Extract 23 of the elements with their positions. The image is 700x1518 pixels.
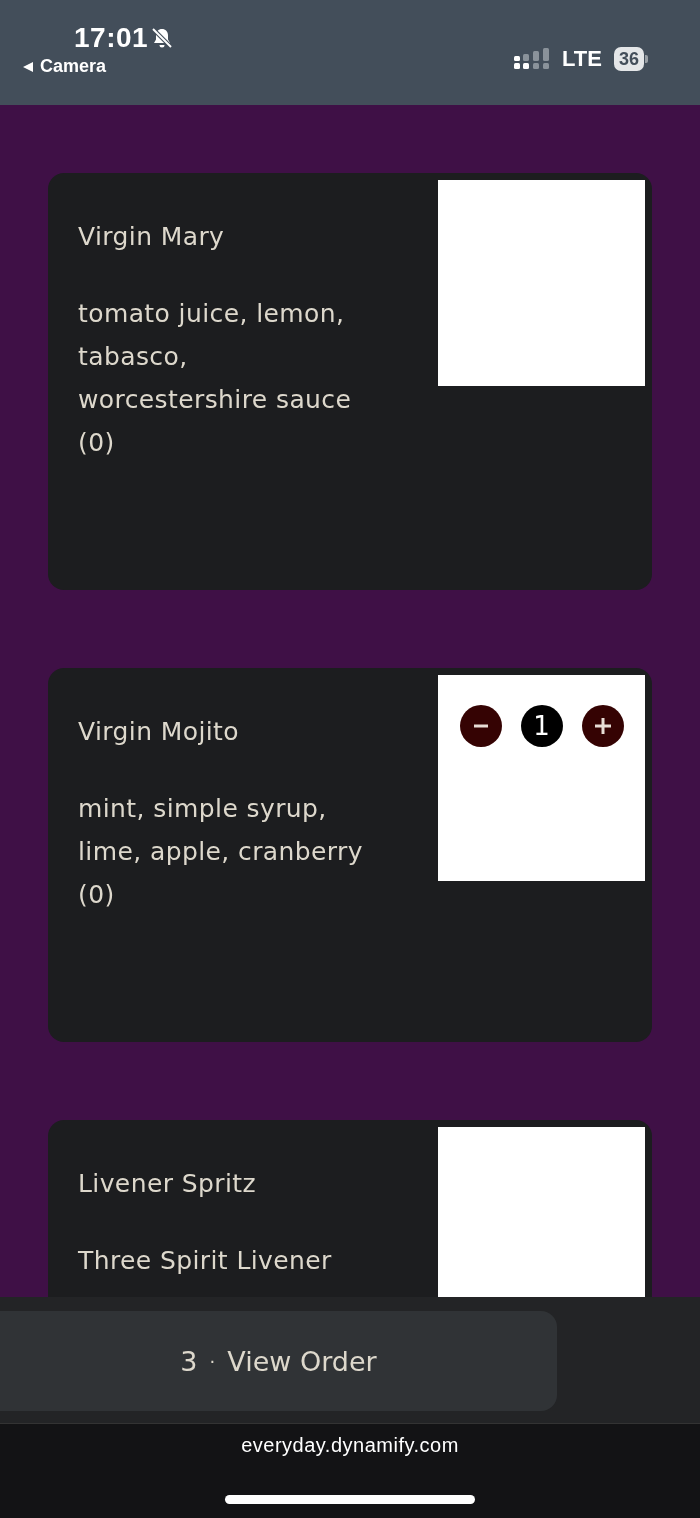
muted-bell-icon [150,26,175,50]
signal-icon [514,47,551,70]
view-order-button[interactable]: 3 · View Order [0,1311,557,1411]
item-description: Three Spirit Livener [78,1245,333,1277]
back-arrow-icon[interactable] [22,60,34,73]
item-name: Virgin Mary [78,221,226,253]
menu-item-card[interactable]: Virgin Mary tomato juice, lemon, tabasco, worcestershire sauce (0) [48,173,652,590]
item-name: Livener Spritz [78,1168,257,1200]
clock-time: 17:01 [74,22,149,54]
menu-item-card[interactable]: Livener Spritz Three Spirit Livener [48,1120,652,1297]
back-link[interactable]: Camera [40,56,107,77]
network-label: LTE [562,45,602,72]
quantity-count: 1 [520,705,563,747]
minus-icon [473,724,488,728]
decrease-button[interactable] [459,705,502,747]
battery-indicator: 36 [613,46,644,71]
plus-icon [594,718,611,734]
menu-item-card[interactable]: Virgin Mojito mint, simple syrup, lime, apple, cranberry (0) 1 [48,668,652,1042]
item-name: Virgin Mojito [78,716,240,748]
item-description: mint, simple syrup, lime, apple, cranberry (0) [78,793,364,911]
increase-button[interactable] [581,705,624,747]
url-label[interactable]: everyday.dynamify.com [241,1434,459,1457]
item-description: tomato juice, lemon, tabasco, worcestershire sauce (0) [78,298,353,459]
